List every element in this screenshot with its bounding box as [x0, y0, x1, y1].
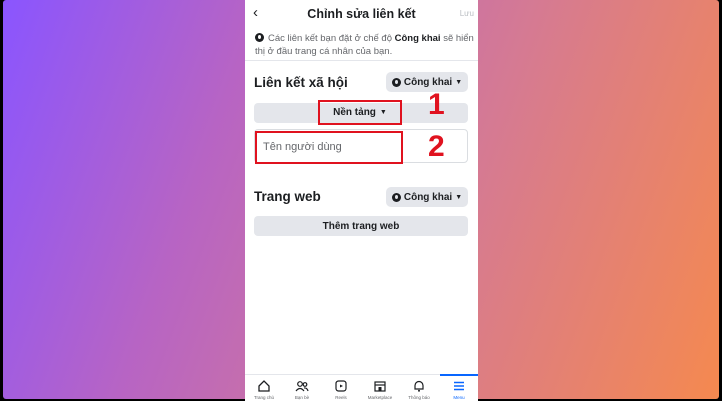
caret-down-icon: ▼ — [379, 109, 387, 116]
page-title: Chỉnh sửa liên kết — [307, 7, 416, 21]
active-tab-indicator — [440, 374, 478, 376]
globe-icon — [255, 33, 264, 42]
marketplace-icon — [374, 381, 386, 392]
platform-dropdown-button[interactable]: Nền tảng ▼ — [318, 100, 402, 125]
menu-icon — [454, 381, 464, 391]
home-icon — [258, 380, 270, 392]
tab-friends[interactable]: Bạn bè — [283, 375, 321, 401]
divider — [245, 60, 478, 61]
tab-home[interactable]: Trang chủ — [245, 375, 283, 401]
bottom-tab-bar: Trang chủ Bạn bè Reels Marketplace Thông… — [245, 374, 478, 401]
tab-notifications[interactable]: Thông báo — [400, 375, 438, 401]
top-bar: ‹ Chỉnh sửa liên kết Lưu — [245, 0, 478, 28]
add-website-button[interactable]: Thêm trang web — [254, 216, 468, 236]
annotation-number-1: 1 — [428, 88, 445, 121]
tab-menu[interactable]: Menu — [440, 375, 478, 401]
globe-icon — [391, 77, 401, 87]
bell-icon — [414, 380, 424, 392]
username-input[interactable]: Tên người dùng — [255, 131, 403, 164]
annotation-number-2: 2 — [428, 130, 445, 163]
tab-reels[interactable]: Reels — [322, 375, 360, 401]
phone-screen: ‹ Chỉnh sửa liên kết Lưu Các liên kết bạ… — [245, 0, 478, 401]
reels-icon — [335, 380, 347, 392]
tab-marketplace[interactable]: Marketplace — [361, 375, 399, 401]
caret-down-icon: ▼ — [455, 193, 463, 201]
globe-icon — [391, 192, 401, 202]
public-links-notice: Các liên kết bạn đặt ở chế độ Công khai … — [255, 33, 474, 57]
social-privacy-button[interactable]: Công khai ▼ — [386, 72, 468, 92]
social-links-title: Liên kết xã hội — [254, 75, 348, 90]
website-title: Trang web — [254, 189, 321, 204]
save-button[interactable]: Lưu — [460, 9, 474, 18]
caret-down-icon: ▼ — [455, 78, 463, 86]
website-privacy-button[interactable]: Công khai ▼ — [386, 187, 468, 207]
friends-icon — [295, 381, 309, 392]
